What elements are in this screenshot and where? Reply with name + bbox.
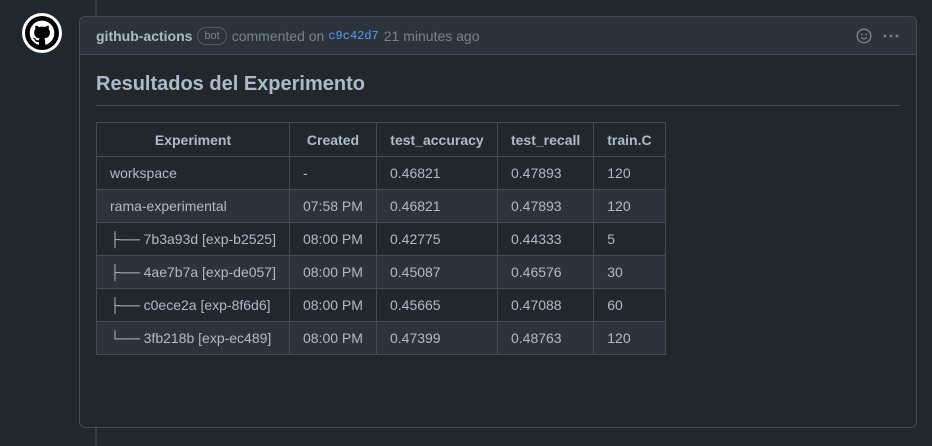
column-header-test-recall: test_recall	[496, 122, 595, 157]
cell-train-c: 5	[593, 222, 666, 256]
bot-badge: bot	[197, 26, 227, 45]
timestamp-link[interactable]: 21 minutes ago	[384, 28, 480, 44]
table-row: ├── c0ece2a [exp-8f6d6] 08:00 PM 0.45665…	[96, 288, 666, 322]
cell-test-accuracy: 0.45665	[375, 288, 498, 322]
cell-experiment: workspace	[96, 156, 290, 190]
cell-created: -	[288, 156, 377, 190]
cell-test-recall: 0.46576	[496, 255, 595, 289]
author-link[interactable]: github-actions	[96, 28, 192, 44]
commit-sha-link[interactable]: c9c42d7	[328, 29, 378, 43]
table-row: ├── 7b3a93d [exp-b2525] 08:00 PM 0.42775…	[96, 222, 666, 256]
table-row: workspace - 0.46821 0.47893 120	[96, 156, 666, 190]
cell-test-recall: 0.48763	[496, 321, 595, 355]
cell-train-c: 60	[593, 288, 666, 322]
table-row: └── 3fb218b [exp-ec489] 08:00 PM 0.47399…	[96, 321, 666, 355]
cell-train-c: 30	[593, 255, 666, 289]
cell-test-accuracy: 0.42775	[375, 222, 498, 256]
cell-test-accuracy: 0.46821	[375, 156, 498, 190]
column-header-created: Created	[288, 122, 377, 157]
cell-test-accuracy: 0.47399	[375, 321, 498, 355]
cell-experiment: └── 3fb218b [exp-ec489]	[96, 321, 290, 355]
column-header-train-c: train.C	[593, 122, 666, 157]
cell-test-recall: 0.47893	[496, 189, 595, 223]
cell-train-c: 120	[593, 321, 666, 355]
cell-created: 08:00 PM	[288, 288, 377, 322]
table-header-row: Experiment Created test_accuracy test_re…	[96, 122, 666, 157]
column-header-test-accuracy: test_accuracy	[375, 122, 498, 157]
cell-experiment: ├── c0ece2a [exp-8f6d6]	[96, 288, 290, 322]
header-actions	[856, 27, 900, 44]
comment-action-text: commented on	[231, 27, 325, 44]
cell-created: 07:58 PM	[288, 189, 377, 223]
results-table: Experiment Created test_accuracy test_re…	[96, 122, 666, 355]
cell-test-accuracy: 0.46821	[375, 189, 498, 223]
github-logo-icon	[25, 16, 59, 50]
comment-box: github-actions bot commented on c9c42d7 …	[79, 16, 917, 428]
kebab-menu-icon[interactable]	[882, 28, 900, 44]
cell-experiment: ├── 7b3a93d [exp-b2525]	[96, 222, 290, 256]
cell-test-recall: 0.47893	[496, 156, 595, 190]
cell-created: 08:00 PM	[288, 321, 377, 355]
table-row: ├── 4ae7b7a [exp-de057] 08:00 PM 0.45087…	[96, 255, 666, 289]
cell-train-c: 120	[593, 156, 666, 190]
avatar[interactable]	[22, 13, 62, 53]
comment-body: Resultados del Experimento Experiment Cr…	[80, 55, 916, 355]
results-heading: Resultados del Experimento	[96, 71, 900, 106]
cell-train-c: 120	[593, 189, 666, 223]
cell-test-recall: 0.47088	[496, 288, 595, 322]
column-header-experiment: Experiment	[96, 122, 290, 157]
cell-test-recall: 0.44333	[496, 222, 595, 256]
cell-test-accuracy: 0.45087	[375, 255, 498, 289]
cell-created: 08:00 PM	[288, 255, 377, 289]
cell-experiment: rama-experimental	[96, 189, 290, 223]
cell-experiment: ├── 4ae7b7a [exp-de057]	[96, 255, 290, 289]
comment-header: github-actions bot commented on c9c42d7 …	[80, 17, 916, 55]
table-row: rama-experimental 07:58 PM 0.46821 0.478…	[96, 189, 666, 223]
smiley-icon[interactable]	[856, 27, 872, 44]
cell-created: 08:00 PM	[288, 222, 377, 256]
